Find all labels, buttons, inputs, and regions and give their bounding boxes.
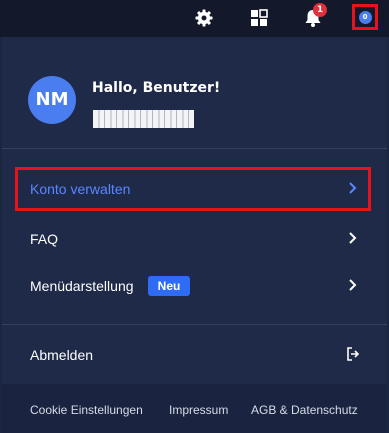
redacted-email	[93, 110, 194, 128]
menu-item-label: Abmelden	[30, 347, 94, 363]
menu-item-menu-display[interactable]: Menüdarstellung	[2, 263, 387, 309]
menu-item-faq[interactable]: FAQ	[2, 216, 387, 262]
menu-item-logout[interactable]: Abmelden	[2, 332, 387, 378]
menu-item-label: FAQ	[30, 231, 59, 247]
chevron-right-icon	[349, 279, 357, 291]
top-bar: 1 0	[0, 0, 389, 37]
greeting-text: Hallo, Benutzer!	[92, 80, 221, 96]
footer-link-imprint[interactable]: Impressum	[169, 403, 228, 417]
logout-icon	[347, 347, 360, 361]
notification-badge: 1	[313, 3, 327, 17]
menu-item-label: Menüdarstellung	[30, 278, 134, 294]
apps-grid-icon[interactable]	[249, 8, 269, 28]
avatar: NM	[28, 76, 76, 124]
divider	[2, 148, 387, 149]
chevron-right-icon	[349, 232, 357, 244]
avatar-small: 0	[358, 10, 372, 24]
gear-icon[interactable]	[194, 8, 214, 28]
highlight-box	[15, 167, 371, 211]
footer-link-cookie-settings[interactable]: Cookie Einstellungen	[30, 403, 143, 417]
footer: Cookie Einstellungen Impressum AGB & Dat…	[2, 384, 387, 433]
account-menu-button[interactable]: 0	[352, 4, 378, 30]
new-badge: Neu	[148, 276, 190, 296]
footer-link-terms-privacy[interactable]: AGB & Datenschutz	[251, 403, 358, 417]
divider	[2, 324, 387, 325]
